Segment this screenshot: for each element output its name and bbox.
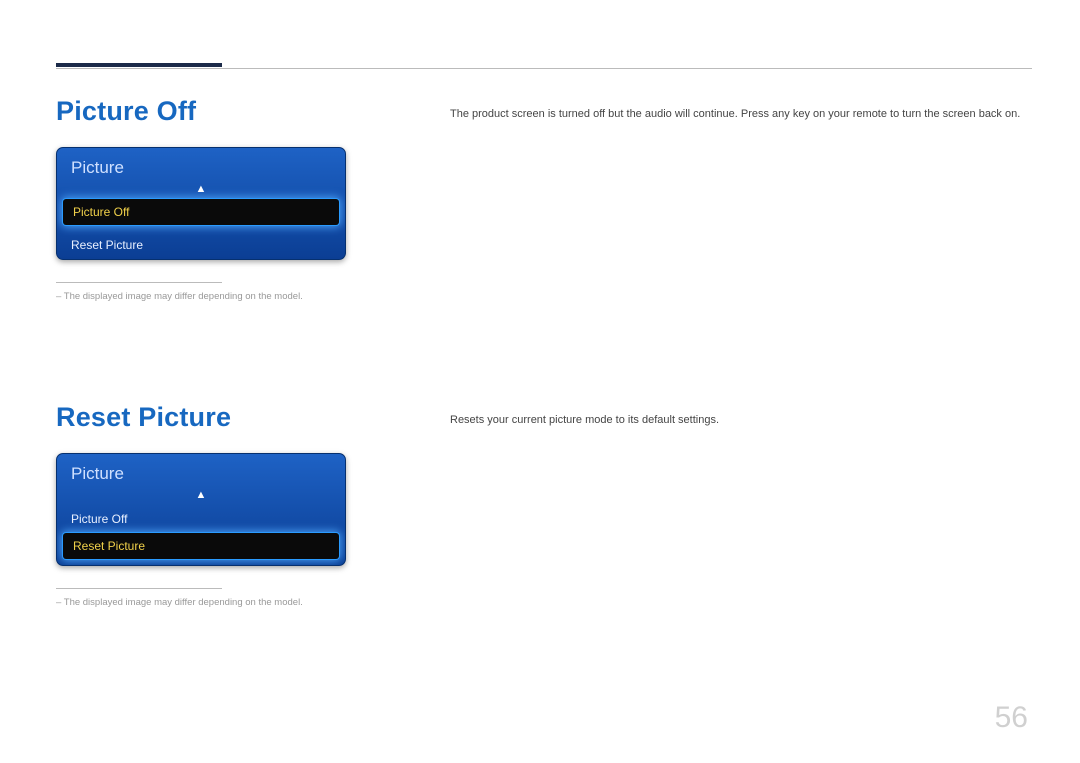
note1: The displayed image may differ depending… bbox=[56, 291, 450, 302]
section1-heading: Picture Off bbox=[56, 96, 450, 127]
menu2-title: Picture bbox=[57, 454, 345, 488]
chevron-up-icon: ▲ bbox=[57, 488, 345, 505]
content: Picture Off Picture ▲ Picture Off Reset … bbox=[56, 96, 1032, 608]
top-rule bbox=[56, 68, 1032, 69]
chevron-up-icon: ▲ bbox=[57, 182, 345, 199]
note2-sep bbox=[56, 588, 222, 589]
menu2-item-picture-off[interactable]: Picture Off bbox=[57, 505, 345, 533]
section1-left: Picture Off Picture ▲ Picture Off Reset … bbox=[56, 96, 450, 302]
menu1-title: Picture bbox=[57, 148, 345, 182]
section-picture-off: Picture Off Picture ▲ Picture Off Reset … bbox=[56, 96, 1032, 302]
section1-description: The product screen is turned off but the… bbox=[450, 96, 1032, 123]
page-number: 56 bbox=[995, 701, 1028, 735]
top-accent bbox=[56, 63, 222, 67]
section2-heading: Reset Picture bbox=[56, 402, 450, 433]
note1-sep bbox=[56, 282, 222, 283]
menu1-item-reset-picture[interactable]: Reset Picture bbox=[57, 231, 345, 259]
menu2-item-reset-picture[interactable]: Reset Picture bbox=[63, 533, 339, 559]
section2-description: Resets your current picture mode to its … bbox=[450, 402, 1032, 429]
picture-menu-2: Picture ▲ Picture Off Reset Picture bbox=[56, 453, 346, 566]
picture-menu-1: Picture ▲ Picture Off Reset Picture bbox=[56, 147, 346, 260]
manual-page: Picture Off Picture ▲ Picture Off Reset … bbox=[0, 0, 1080, 763]
section-reset-picture: Reset Picture Picture ▲ Picture Off Rese… bbox=[56, 402, 1032, 608]
menu1-item-picture-off[interactable]: Picture Off bbox=[63, 199, 339, 225]
section-gap bbox=[56, 302, 1032, 402]
note2: The displayed image may differ depending… bbox=[56, 597, 450, 608]
section2-left: Reset Picture Picture ▲ Picture Off Rese… bbox=[56, 402, 450, 608]
